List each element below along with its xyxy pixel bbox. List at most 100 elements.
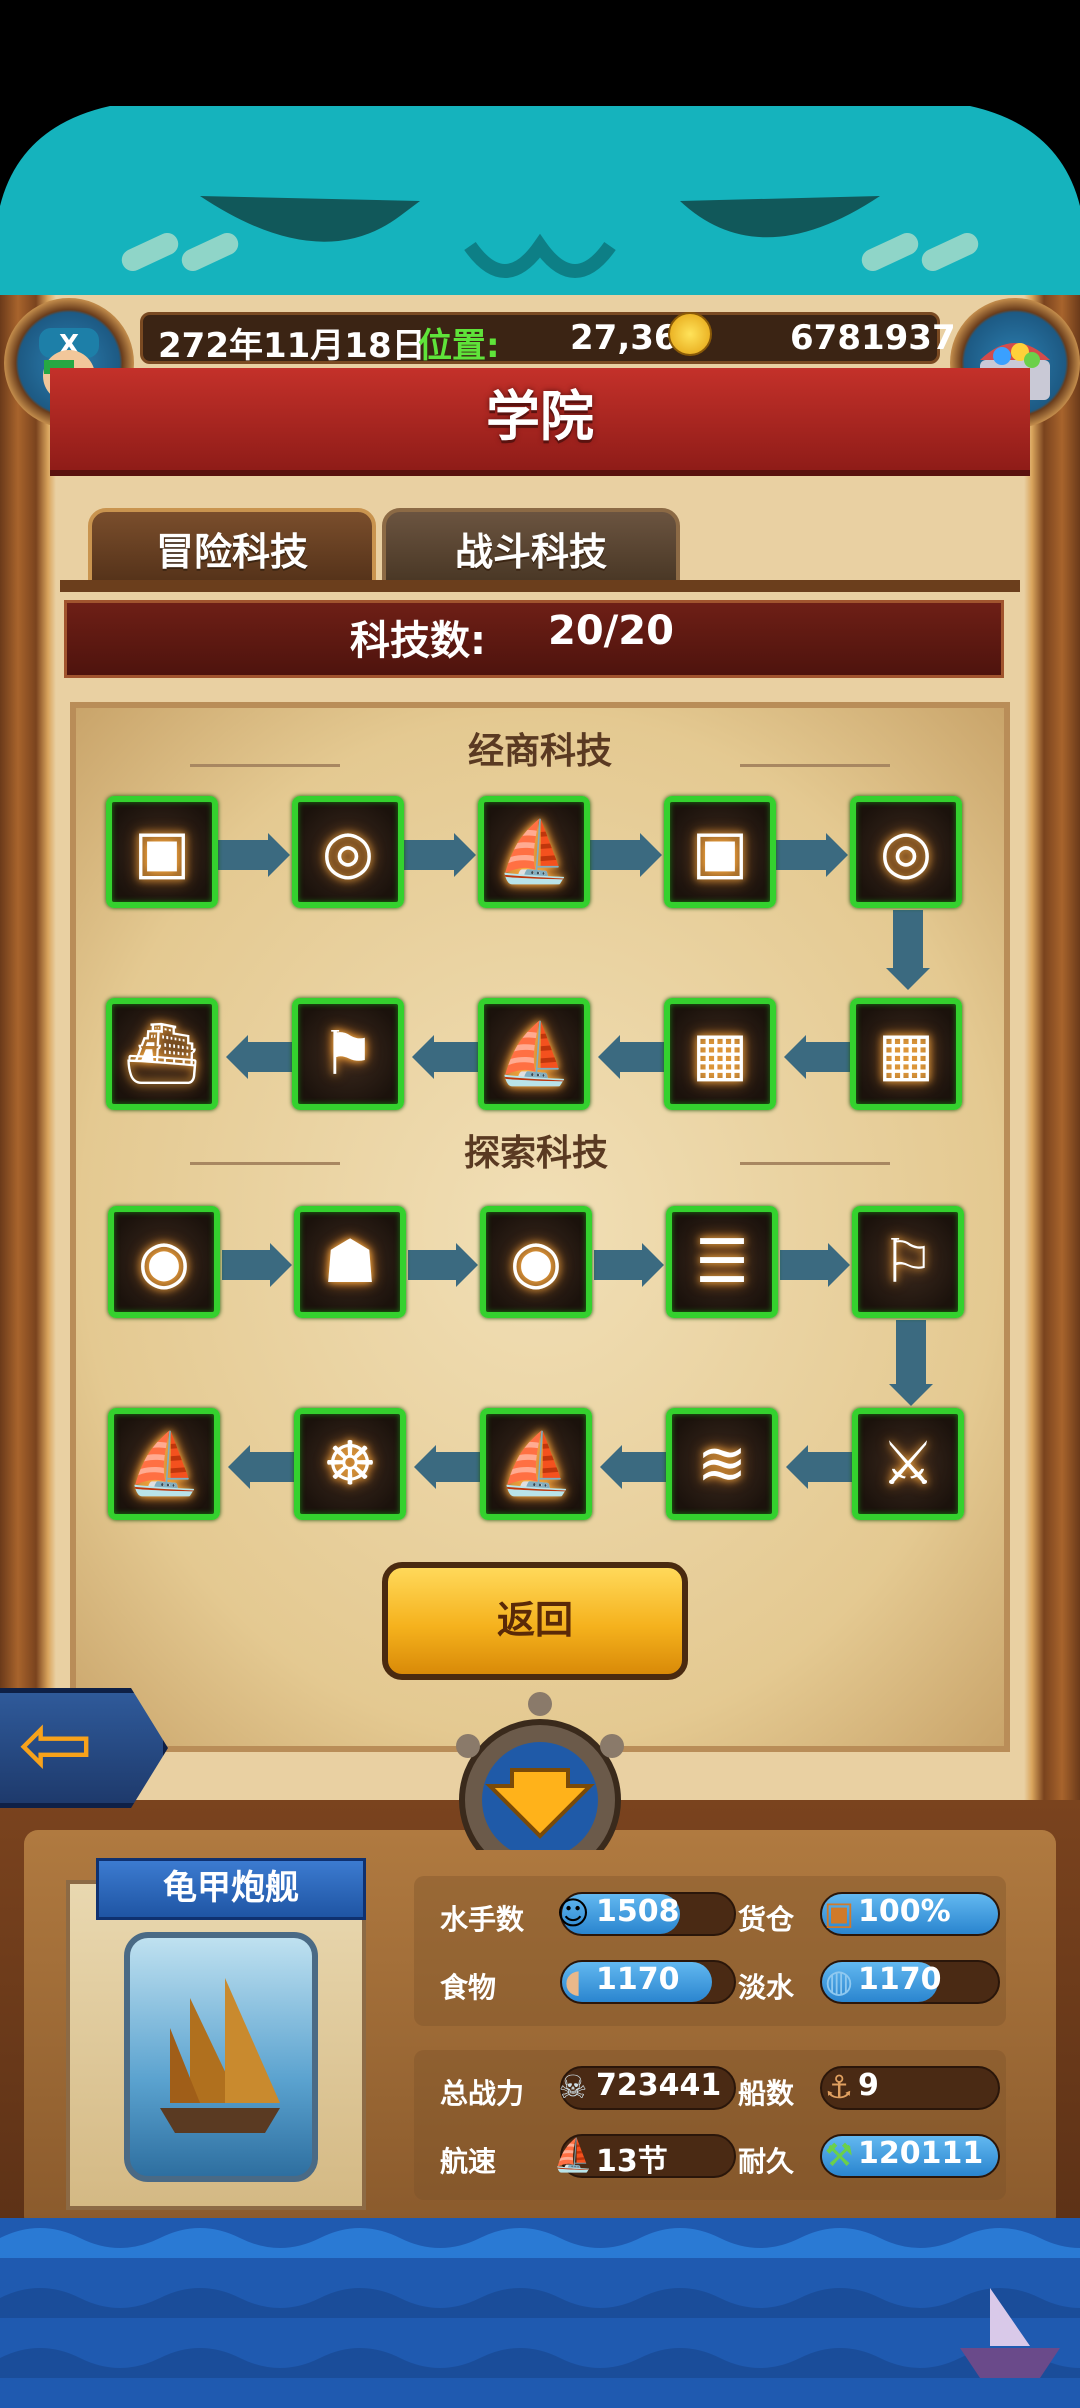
return-button[interactable]: 返回 (382, 1562, 688, 1680)
connector (434, 1452, 480, 1482)
sailboat-icon[interactable]: ⛵ (480, 1408, 592, 1520)
sail-speed-icon: ⛵ (553, 2136, 593, 2174)
water-label: 淡水 (738, 1971, 795, 2004)
connector (432, 1042, 478, 1072)
skull-swords-icon: ☠ (558, 2068, 588, 2106)
crate-icon: ▣ (823, 1894, 855, 1932)
arrow-left-icon: ⇦ (18, 1692, 94, 1797)
ship-count-icon: ⚓ (824, 2068, 854, 2106)
position-label: 位置: (418, 326, 500, 366)
arrow-left-icon (598, 1035, 620, 1079)
coins-down-icon[interactable]: ◎ (850, 796, 962, 908)
broken-sail-icon[interactable]: ⚑ (292, 998, 404, 1110)
section-title-explore: 探索科技 (463, 1133, 608, 1174)
arrow-left-icon (414, 1445, 436, 1489)
crates-up-icon[interactable]: ▦ (850, 998, 962, 1110)
arrow-down-icon (889, 1384, 933, 1406)
food-value: 1170 (596, 1962, 680, 1997)
section-divider-right (740, 1162, 890, 1165)
arrow-right-icon (270, 1243, 292, 1287)
speech-bubbles-icon[interactable]: ☰ (666, 1206, 778, 1318)
connector (590, 840, 642, 870)
swordfish-icon[interactable]: ⚔ (852, 1408, 964, 1520)
connector (618, 1042, 664, 1072)
section-divider-right (740, 764, 890, 767)
arrow-down-icon (886, 968, 930, 990)
section-title-trade: 经商科技 (467, 731, 612, 772)
food-label: 食物 (440, 1971, 497, 2004)
arrow-right-icon (454, 833, 476, 877)
crew-icon[interactable]: ☗ (294, 1206, 406, 1318)
treasure-chest-up-icon[interactable]: ▣ (664, 796, 776, 908)
game-date: 272年11月18日 (158, 326, 426, 366)
connector (246, 1042, 292, 1072)
connector (222, 1250, 272, 1280)
tall-ship-icon[interactable]: ⛵ (108, 1408, 220, 1520)
compass-dial-icon[interactable]: ◉ (480, 1206, 592, 1318)
durability-label: 耐久 (738, 2145, 795, 2178)
compass-dial-icon[interactable]: ◉ (108, 1206, 220, 1318)
ship-image-icon (160, 1978, 280, 2133)
cargo-value: 100% (858, 1894, 951, 1929)
page-title: 学院 (486, 385, 594, 448)
tab-battle-tech[interactable]: 战斗科技 (382, 508, 680, 584)
connector (408, 1250, 458, 1280)
steamship-icon[interactable]: ⛴ (106, 998, 218, 1110)
ship-name: 龟甲炮舰 (96, 1858, 366, 1920)
connector (594, 1250, 644, 1280)
arrow-right-icon (826, 833, 848, 877)
section-divider-left (190, 764, 340, 767)
tech-count-label: 科技数: (350, 618, 486, 664)
arrow-right-icon (456, 1243, 478, 1287)
hull-icon: ⚒ (824, 2136, 854, 2174)
cargo-label: 货仓 (738, 1903, 795, 1936)
section-divider-left (190, 1162, 340, 1165)
connector (218, 840, 270, 870)
sailboat-icon[interactable]: ⛵ (478, 796, 590, 908)
coin-count: 6781937 (790, 318, 956, 358)
connector (776, 840, 828, 870)
connector (896, 1320, 926, 1386)
treasure-chest-up-icon[interactable]: ▣ (106, 796, 218, 908)
sailors-value: 1508 (596, 1894, 680, 1929)
meat-icon: ◖ (564, 1962, 582, 2000)
connector (804, 1042, 850, 1072)
water-jug-icon: ◍ (825, 1962, 853, 2000)
fish-up-icon[interactable]: ≋ (666, 1408, 778, 1520)
connector (780, 1250, 830, 1280)
flag-icon[interactable]: ⚐ (852, 1206, 964, 1318)
ship-wheel-icon[interactable]: ☸ (294, 1408, 406, 1520)
tab-adventure-tech[interactable]: 冒险科技 (88, 508, 376, 584)
gold-coin-icon (668, 312, 712, 356)
water-value: 1170 (858, 1962, 942, 1997)
tech-count-bar (64, 600, 1004, 678)
power-label: 总战力 (440, 2077, 525, 2110)
connector (806, 1452, 852, 1482)
connector (620, 1452, 666, 1482)
sailboat-icon[interactable]: ⛵ (478, 998, 590, 1110)
connector (404, 840, 456, 870)
crates-up-icon[interactable]: ▦ (664, 998, 776, 1110)
arrow-right-icon (642, 1243, 664, 1287)
sailors-label: 水手数 (440, 1903, 525, 1936)
collapse-helm-button[interactable] (440, 1690, 640, 1850)
tech-count-value: 20/20 (548, 608, 674, 654)
ships-value: 9 (858, 2068, 879, 2103)
arrow-left-icon (600, 1445, 622, 1489)
sea-decoration (0, 2218, 1080, 2408)
arrow-right-icon (640, 833, 662, 877)
arrow-left-icon (228, 1445, 250, 1489)
coins-down-icon[interactable]: ◎ (292, 796, 404, 908)
ship-portrait[interactable] (124, 1932, 318, 2182)
arrow-left-icon (784, 1035, 806, 1079)
arrow-right-icon (828, 1243, 850, 1287)
sailor-icon: ☺ (556, 1894, 590, 1932)
top-banner-decoration (0, 106, 1080, 306)
arrow-right-icon (268, 833, 290, 877)
arrow-left-icon (786, 1445, 808, 1489)
durability-value: 120111 (858, 2136, 984, 2171)
connector (248, 1452, 294, 1482)
arrow-left-icon (412, 1035, 434, 1079)
connector (893, 910, 923, 970)
tab-underline (60, 580, 1020, 592)
